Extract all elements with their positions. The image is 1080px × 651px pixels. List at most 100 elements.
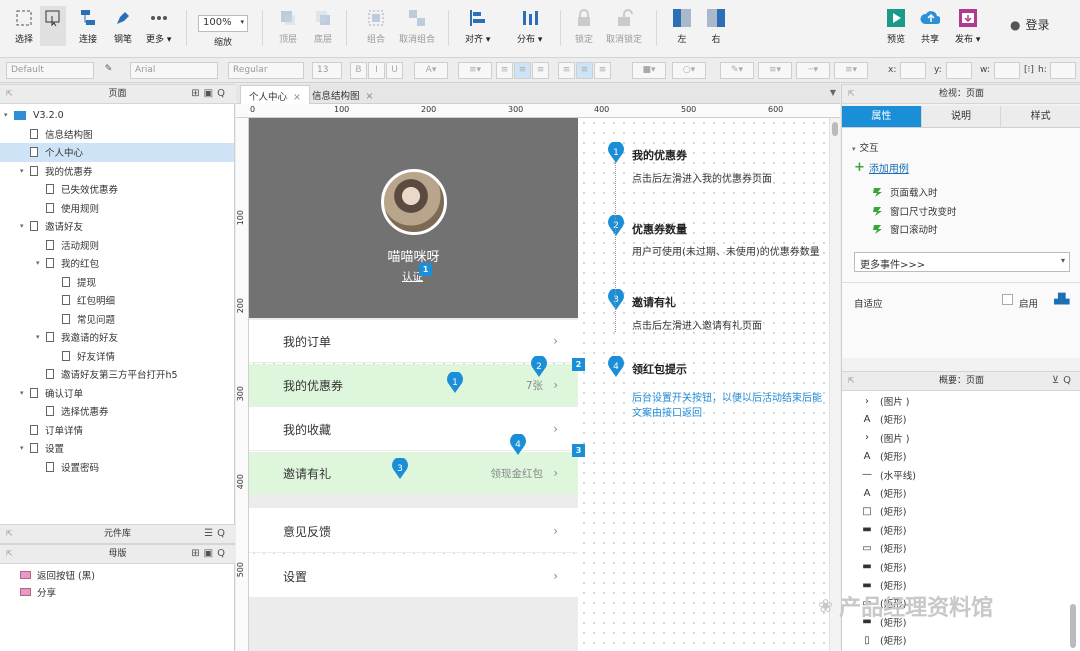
style-select[interactable]: Default [6,62,94,79]
page-tree-item[interactable]: 红包明细 [0,291,234,310]
annotation-pin[interactable]: 4 [509,433,527,456]
zoom-select[interactable]: 100% ▾ [198,15,248,32]
add-page-icons[interactable]: ⊞▣Q [191,85,229,103]
filter-search-icons[interactable]: ⊻Q [1052,372,1075,390]
pen-tool[interactable]: 钢笔 [113,8,133,45]
h-field[interactable] [1050,62,1076,79]
outline-item[interactable]: A (矩形) [860,486,907,501]
annotation-pin[interactable]: 1 [446,371,464,394]
outline-item[interactable]: ▬ (矩形) [860,560,906,574]
lock-button[interactable]: 锁定 [574,8,594,45]
align-right-text-button[interactable]: ≡ [532,62,549,79]
valign-middle-button[interactable]: ≡ [576,62,593,79]
close-icon[interactable]: × [293,92,301,103]
close-icon[interactable]: × [366,91,374,102]
link-size-icon[interactable]: [⁝] [1024,65,1034,75]
menu-row-coupons[interactable]: 我的优惠券 7张 › [249,364,578,407]
outline-scrollbar[interactable] [1070,604,1076,648]
more-tools-button[interactable]: 更多 ▾ [146,8,171,45]
chevron-down-icon[interactable]: ▾ [20,444,30,452]
y-field[interactable] [946,62,972,79]
arrow-style-button[interactable]: ≡▾ [834,62,868,79]
page-tree-item[interactable]: ▾ V3.2.0 [0,106,234,125]
page-tree-item[interactable]: 订单详情 [0,421,234,440]
outline-item[interactable]: A (矩形) [860,412,907,427]
add-master-icons[interactable]: ⊞▣Q [191,545,229,563]
annotation-pin[interactable]: 2 [530,355,548,378]
collapse-icon[interactable]: ⇱ [848,85,855,103]
outline-item[interactable]: ▭ (矩形) [860,541,906,556]
select-tool[interactable]: 选择 [14,8,34,45]
font-select[interactable]: Arial [130,62,218,79]
bring-to-top-button[interactable]: 顶层 [278,8,298,45]
distribute-button[interactable]: 分布 ▾ [517,8,542,45]
connect-tool[interactable]: 连接 [78,8,98,45]
page-tree-item[interactable]: 已失效优惠券 [0,180,234,199]
canvas-scrollbar[interactable] [829,118,840,651]
ungroup-button[interactable]: 取消组合 [399,8,435,45]
page-tree-item[interactable]: 个人中心 [0,143,234,162]
chevron-down-icon[interactable]: ▾ [20,222,30,230]
page-tree-item[interactable]: 好友详情 [0,347,234,366]
adaptive-settings-icon[interactable]: ▟▙ [1054,294,1069,305]
list-button[interactable]: ≡▾ [458,62,492,79]
font-weight-select[interactable]: Regular [228,62,304,79]
page-tree-item[interactable]: ▾ 邀请好友 [0,217,234,236]
page-tree-item[interactable]: 信息结构图 [0,125,234,144]
chevron-down-icon[interactable]: ▾ [36,259,46,267]
tab-personal-center[interactable]: 个人中心 × [240,85,310,104]
chevron-down-icon[interactable]: ▾ [4,111,14,119]
preview-button[interactable]: 预览 [886,8,906,45]
widgets-menu-icon[interactable]: ☰Q [204,525,229,543]
menu-row-settings[interactable]: 设置 › [249,555,578,598]
valign-top-button[interactable]: ≡ [558,62,575,79]
outline-item[interactable]: A (矩形) [860,449,907,464]
group-button[interactable]: 组合 [366,8,386,45]
selection-mode-button[interactable] [40,6,66,46]
unlock-button[interactable]: 取消锁定 [606,8,642,45]
text-color-button[interactable]: A▾ [414,62,448,79]
left-panel-toggle[interactable]: 左 [672,8,692,45]
shadow-button[interactable]: ○▾ [672,62,706,79]
tab-notes[interactable]: 说明 [921,106,1002,128]
page-tree-item[interactable]: ▾ 我邀请的好友 [0,328,234,347]
menu-row-orders[interactable]: 我的订单 › [249,320,578,363]
collapse-icon[interactable]: ⇱ [848,372,855,390]
outline-item[interactable]: › (图片 ) [860,394,909,409]
outline-item[interactable]: — (水平线) [860,468,916,482]
border-width-button[interactable]: ≡▾ [758,62,792,79]
tabs-menu-icon[interactable]: ▼ [830,88,836,97]
page-tree-item[interactable]: ▾ 设置 [0,439,234,458]
align-left-text-button[interactable]: ≡ [496,62,513,79]
publish-button[interactable]: 发布 ▾ [955,8,980,45]
page-tree-item[interactable]: ▾ 确认订单 [0,384,234,403]
tab-info-structure[interactable]: 信息结构图 × [304,85,381,104]
enable-checkbox[interactable] [1002,294,1013,305]
chevron-down-icon[interactable]: ▾ [36,333,46,341]
outline-item[interactable]: ▯ (矩形) [860,633,906,648]
border-color-button[interactable]: ✎▾ [720,62,754,79]
page-tree-item[interactable]: 使用规则 [0,199,234,218]
x-field[interactable] [900,62,926,79]
page-tree-item[interactable]: 邀请好友第三方平台打开h5 [0,365,234,384]
chevron-down-icon[interactable]: ▾ [20,167,30,175]
bold-button[interactable]: B [350,62,367,79]
align-button[interactable]: 对齐 ▾ [465,8,490,45]
page-tree-item[interactable]: 活动规则 [0,236,234,255]
annotation-pin[interactable]: 3 [391,457,409,480]
menu-row-favorites[interactable]: 我的收藏 › [249,408,578,451]
design-canvas[interactable]: 喵喵咪呀 认证 1 我的订单 › 我的优惠券 7张 › 我的收藏 › 邀请有礼 领现金红包… [249,118,829,651]
page-tree-item[interactable]: ▾ 我的红包 [0,254,234,273]
chevron-down-icon[interactable]: ▾ [20,389,30,397]
more-events-select[interactable]: 更多事件>>> ▾ [854,252,1070,272]
tab-style[interactable]: 样式 [1001,106,1080,128]
font-size-select[interactable]: 13 [312,62,342,79]
avatar[interactable] [381,169,447,235]
tab-properties[interactable]: 属性 [842,106,922,128]
fill-color-button[interactable]: ■▾ [632,62,666,79]
align-center-text-button[interactable]: ≡ [514,62,531,79]
format-painter-icon[interactable]: ✎ [100,62,117,79]
master-item-back-button[interactable]: 返回按钮 (黑) [0,566,234,583]
outline-item[interactable]: □ (矩形) [860,504,906,519]
valign-bottom-button[interactable]: ≡ [594,62,611,79]
